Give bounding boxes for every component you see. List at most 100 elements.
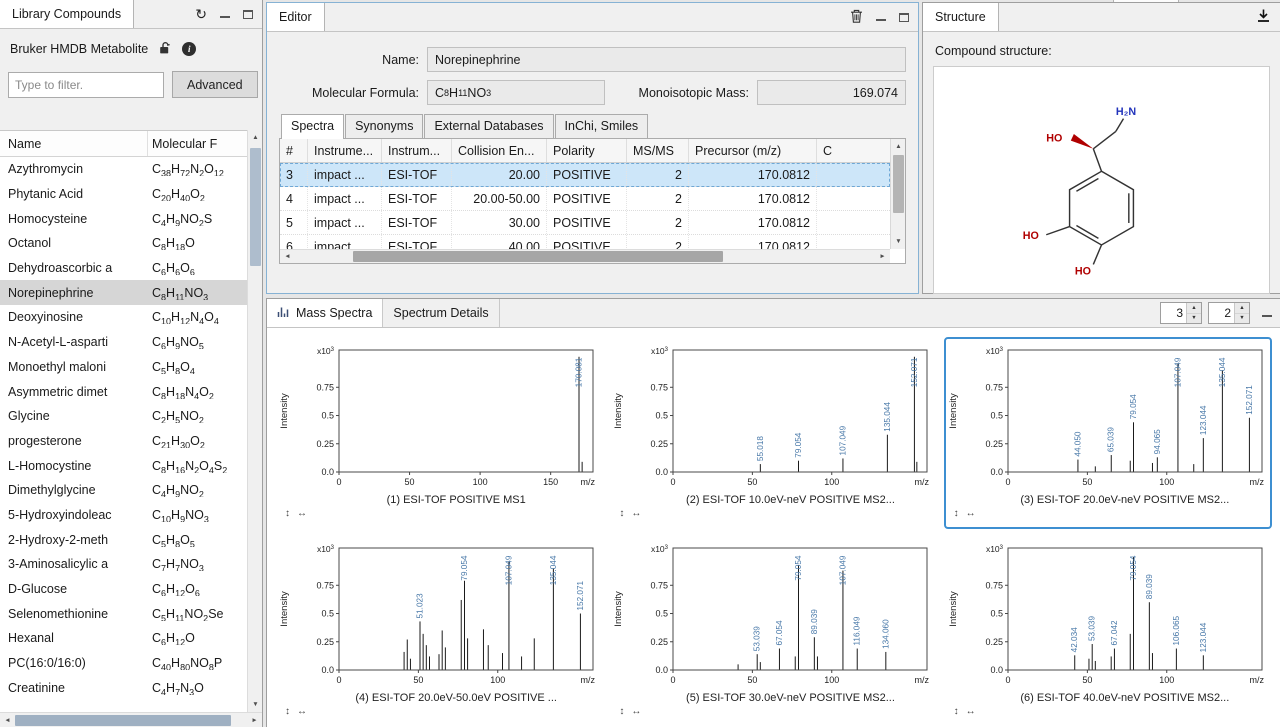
scrollbar-thumb[interactable]: [353, 251, 723, 262]
pan-horizontal-icon[interactable]: ↔: [297, 508, 307, 519]
lock-icon[interactable]: [158, 41, 172, 58]
compound-row[interactable]: GlycineC2H5NO2: [0, 404, 247, 429]
pan-vertical-icon[interactable]: ↕: [285, 706, 290, 717]
compound-row[interactable]: HomocysteineC4H9NO2S: [0, 206, 247, 231]
compound-list-vertical-scrollbar[interactable]: ▲ ▼: [247, 130, 262, 712]
scrollbar-thumb[interactable]: [250, 148, 261, 266]
advanced-button[interactable]: Advanced: [172, 71, 258, 98]
editor-tab-inchi-smiles[interactable]: InChi, Smiles: [555, 114, 649, 138]
editor-tab-spectra[interactable]: Spectra: [281, 114, 344, 139]
pan-vertical-icon[interactable]: ↕: [285, 508, 290, 519]
editor-tab-external-databases[interactable]: External Databases: [424, 114, 553, 138]
spinner-up-icon[interactable]: ▲: [1187, 303, 1201, 314]
scrollbar-thumb[interactable]: [15, 715, 231, 726]
pan-vertical-icon[interactable]: ↕: [954, 706, 959, 717]
pan-horizontal-icon[interactable]: ↔: [297, 706, 307, 717]
delete-icon[interactable]: [850, 9, 863, 26]
compound-row[interactable]: DimethylglycineC4H9NO2: [0, 478, 247, 503]
compound-row[interactable]: SelenomethionineC5H11NO2Se: [0, 601, 247, 626]
pan-horizontal-icon[interactable]: ↔: [631, 508, 641, 519]
compound-row[interactable]: progesteroneC21H30O2: [0, 429, 247, 454]
compound-row[interactable]: AzythromycinC38H72N2O12: [0, 157, 247, 182]
spectra-column-header[interactable]: Collision En...: [452, 139, 547, 162]
molecular-formula-field[interactable]: C8H11NO3: [427, 80, 605, 105]
spectrum-row[interactable]: 5impact ...ESI-TOF30.00POSITIVE2170.0812: [280, 211, 890, 235]
spectrum-chart-2[interactable]: 0.00.250.50.75x103050100m/zIntensity55.0…: [609, 337, 937, 529]
spectra-column-header[interactable]: Instrum...: [382, 139, 452, 162]
pan-horizontal-icon[interactable]: ↔: [966, 706, 976, 717]
spectrum-chart-5[interactable]: 0.00.250.50.75x103050100m/zIntensity53.0…: [609, 535, 937, 727]
compound-row[interactable]: Phytanic AcidC20H40O2: [0, 182, 247, 207]
tab-spectrum-details[interactable]: Spectrum Details: [383, 299, 499, 327]
spectrum-chart-3[interactable]: 0.00.250.50.75x103050100m/zIntensity44.0…: [944, 337, 1272, 529]
spinner-down-icon[interactable]: ▼: [1235, 314, 1249, 324]
spectrum-chart-1[interactable]: 0.00.250.50.75x103050100150m/zIntensity1…: [275, 337, 603, 529]
scroll-right-icon[interactable]: ►: [875, 249, 890, 264]
columns-spinner-value[interactable]: 3: [1161, 303, 1186, 323]
minimize-icon[interactable]: [1262, 309, 1272, 317]
spectra-column-header[interactable]: Polarity: [547, 139, 627, 162]
info-icon[interactable]: i: [182, 42, 196, 56]
pan-vertical-icon[interactable]: ↕: [954, 508, 959, 519]
scroll-down-icon[interactable]: ▼: [248, 697, 263, 712]
tab-editor[interactable]: Editor: [267, 3, 325, 31]
column-header-molecular-formula[interactable]: Molecular F: [148, 131, 247, 156]
compound-row[interactable]: N-Acetyl-L-aspartiC6H9NO5: [0, 330, 247, 355]
compound-row[interactable]: DeoxyinosineC10H12N4O4: [0, 305, 247, 330]
float-window-icon[interactable]: [899, 13, 909, 22]
spectrum-chart-6[interactable]: 0.00.250.50.75x103050100m/zIntensity42.0…: [944, 535, 1272, 727]
spectra-table-vertical-scrollbar[interactable]: ▲ ▼: [890, 139, 905, 249]
compound-row[interactable]: 2-Hydroxy-2-methC5H8O5: [0, 527, 247, 552]
filter-input[interactable]: [8, 72, 164, 98]
scroll-right-icon[interactable]: ►: [247, 713, 262, 727]
spectra-column-header[interactable]: #: [280, 139, 308, 162]
tab-library-compounds[interactable]: Library Compounds: [0, 0, 134, 28]
download-icon[interactable]: [1256, 8, 1271, 26]
pan-vertical-icon[interactable]: ↕: [619, 508, 624, 519]
spectra-column-header[interactable]: MS/MS: [627, 139, 689, 162]
spectra-table-horizontal-scrollbar[interactable]: ◄ ►: [280, 249, 890, 263]
scroll-up-icon[interactable]: ▲: [248, 130, 263, 145]
minimize-icon[interactable]: [876, 13, 886, 21]
compound-row[interactable]: HexanalC6H12O: [0, 626, 247, 651]
tab-mass-spectra[interactable]: Mass Spectra: [267, 299, 383, 327]
compound-row[interactable]: Monoethyl maloniC5H8O4: [0, 355, 247, 380]
scroll-up-icon[interactable]: ▲: [891, 139, 906, 154]
compound-row[interactable]: Asymmetric dimetC8H18N4O2: [0, 379, 247, 404]
scroll-left-icon[interactable]: ◄: [0, 713, 15, 727]
scroll-left-icon[interactable]: ◄: [280, 249, 295, 264]
compound-row[interactable]: NorepinephrineC8H11NO3: [0, 280, 247, 305]
spectra-column-header[interactable]: Precursor (m/z): [689, 139, 817, 162]
compound-row[interactable]: 5-HydroxyindoleacC10H9NO3: [0, 503, 247, 528]
pan-horizontal-icon[interactable]: ↔: [966, 508, 976, 519]
compound-row[interactable]: 3-Aminosalicylic aC7H7NO3: [0, 552, 247, 577]
scroll-down-icon[interactable]: ▼: [891, 234, 906, 249]
compound-list-horizontal-scrollbar[interactable]: ◄ ►: [0, 712, 262, 727]
pan-horizontal-icon[interactable]: ↔: [631, 706, 641, 717]
compound-row[interactable]: Dehydroascorbic aC6H6O6: [0, 256, 247, 281]
compound-row[interactable]: PC(16:0/16:0)C40H80NO8P: [0, 651, 247, 676]
spectrum-row[interactable]: 4impact ...ESI-TOF20.00-50.00POSITIVE217…: [280, 187, 890, 211]
spinner-up-icon[interactable]: ▲: [1235, 303, 1249, 314]
spinner-down-icon[interactable]: ▼: [1187, 314, 1201, 324]
compound-row[interactable]: CreatinineC4H7N3O: [0, 675, 247, 700]
float-window-icon[interactable]: [243, 10, 253, 19]
rows-spinner-value[interactable]: 2: [1209, 303, 1234, 323]
spectrum-row[interactable]: 3impact ...ESI-TOF20.00POSITIVE2170.0812: [280, 163, 890, 187]
column-header-name[interactable]: Name: [0, 131, 148, 156]
compound-row[interactable]: L-HomocystineC8H16N2O4S2: [0, 453, 247, 478]
name-field[interactable]: Norepinephrine: [427, 47, 906, 72]
rows-spinner[interactable]: 2 ▲ ▼: [1208, 302, 1250, 324]
compound-row[interactable]: OctanolC8H18O: [0, 231, 247, 256]
structure-viewer[interactable]: HO H₂N HO HO: [933, 66, 1270, 294]
minimize-icon[interactable]: [220, 10, 230, 18]
pan-vertical-icon[interactable]: ↕: [619, 706, 624, 717]
spectra-column-header[interactable]: Instrume...: [308, 139, 382, 162]
compound-row[interactable]: D-GlucoseC6H12O6: [0, 577, 247, 602]
monoisotopic-mass-field[interactable]: 169.074: [757, 80, 906, 105]
spectrum-chart-4[interactable]: 0.00.250.50.75x103050100m/zIntensity51.0…: [275, 535, 603, 727]
tab-structure[interactable]: Structure: [923, 3, 999, 31]
editor-tab-synonyms[interactable]: Synonyms: [345, 114, 423, 138]
refresh-icon[interactable]: ↻: [195, 7, 207, 21]
columns-spinner[interactable]: 3 ▲ ▼: [1160, 302, 1202, 324]
